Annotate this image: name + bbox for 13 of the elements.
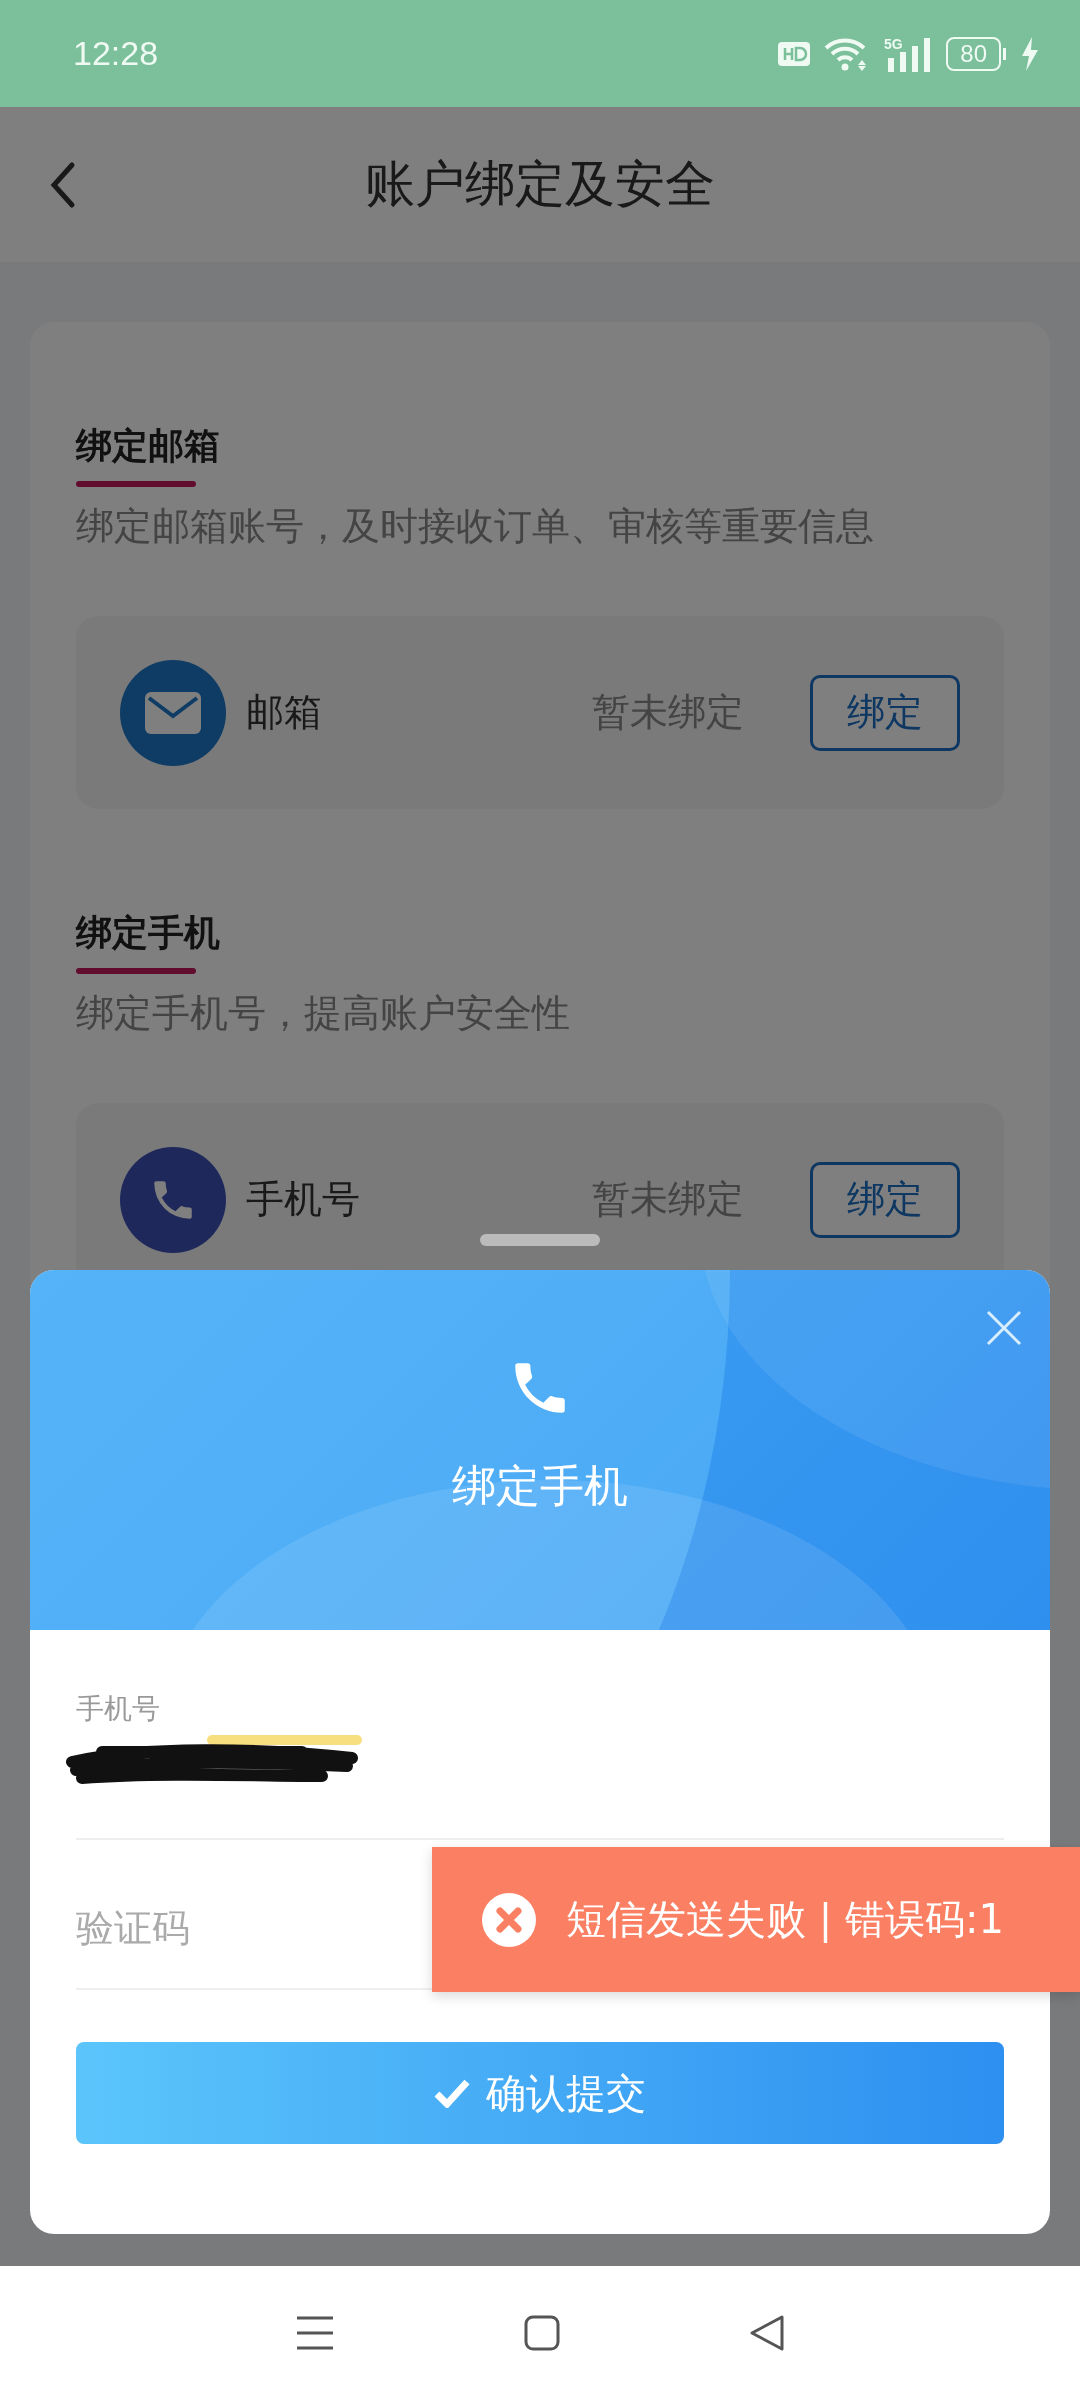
field-label: 手机号 bbox=[76, 1691, 161, 1727]
status-time: 12:28 bbox=[73, 34, 160, 73]
network-type: 5G bbox=[884, 35, 903, 52]
battery-level: 80 bbox=[946, 36, 1001, 71]
sheet-title: 绑定手机 bbox=[452, 1459, 628, 1513]
toast-message: 短信发送失败 | 错误码:1 bbox=[566, 1895, 1004, 1945]
section-title: 绑定手机 bbox=[76, 911, 220, 955]
account-label: 邮箱 bbox=[246, 689, 323, 736]
section-description: 绑定手机号，提高账户安全性 bbox=[76, 990, 571, 1037]
section-title: 绑定邮箱 bbox=[76, 424, 220, 468]
account-label: 手机号 bbox=[246, 1176, 361, 1223]
page-title: 账户绑定及安全 bbox=[365, 154, 715, 215]
section-description: 绑定邮箱账号，及时接收订单、审核等重要信息 bbox=[76, 503, 875, 550]
